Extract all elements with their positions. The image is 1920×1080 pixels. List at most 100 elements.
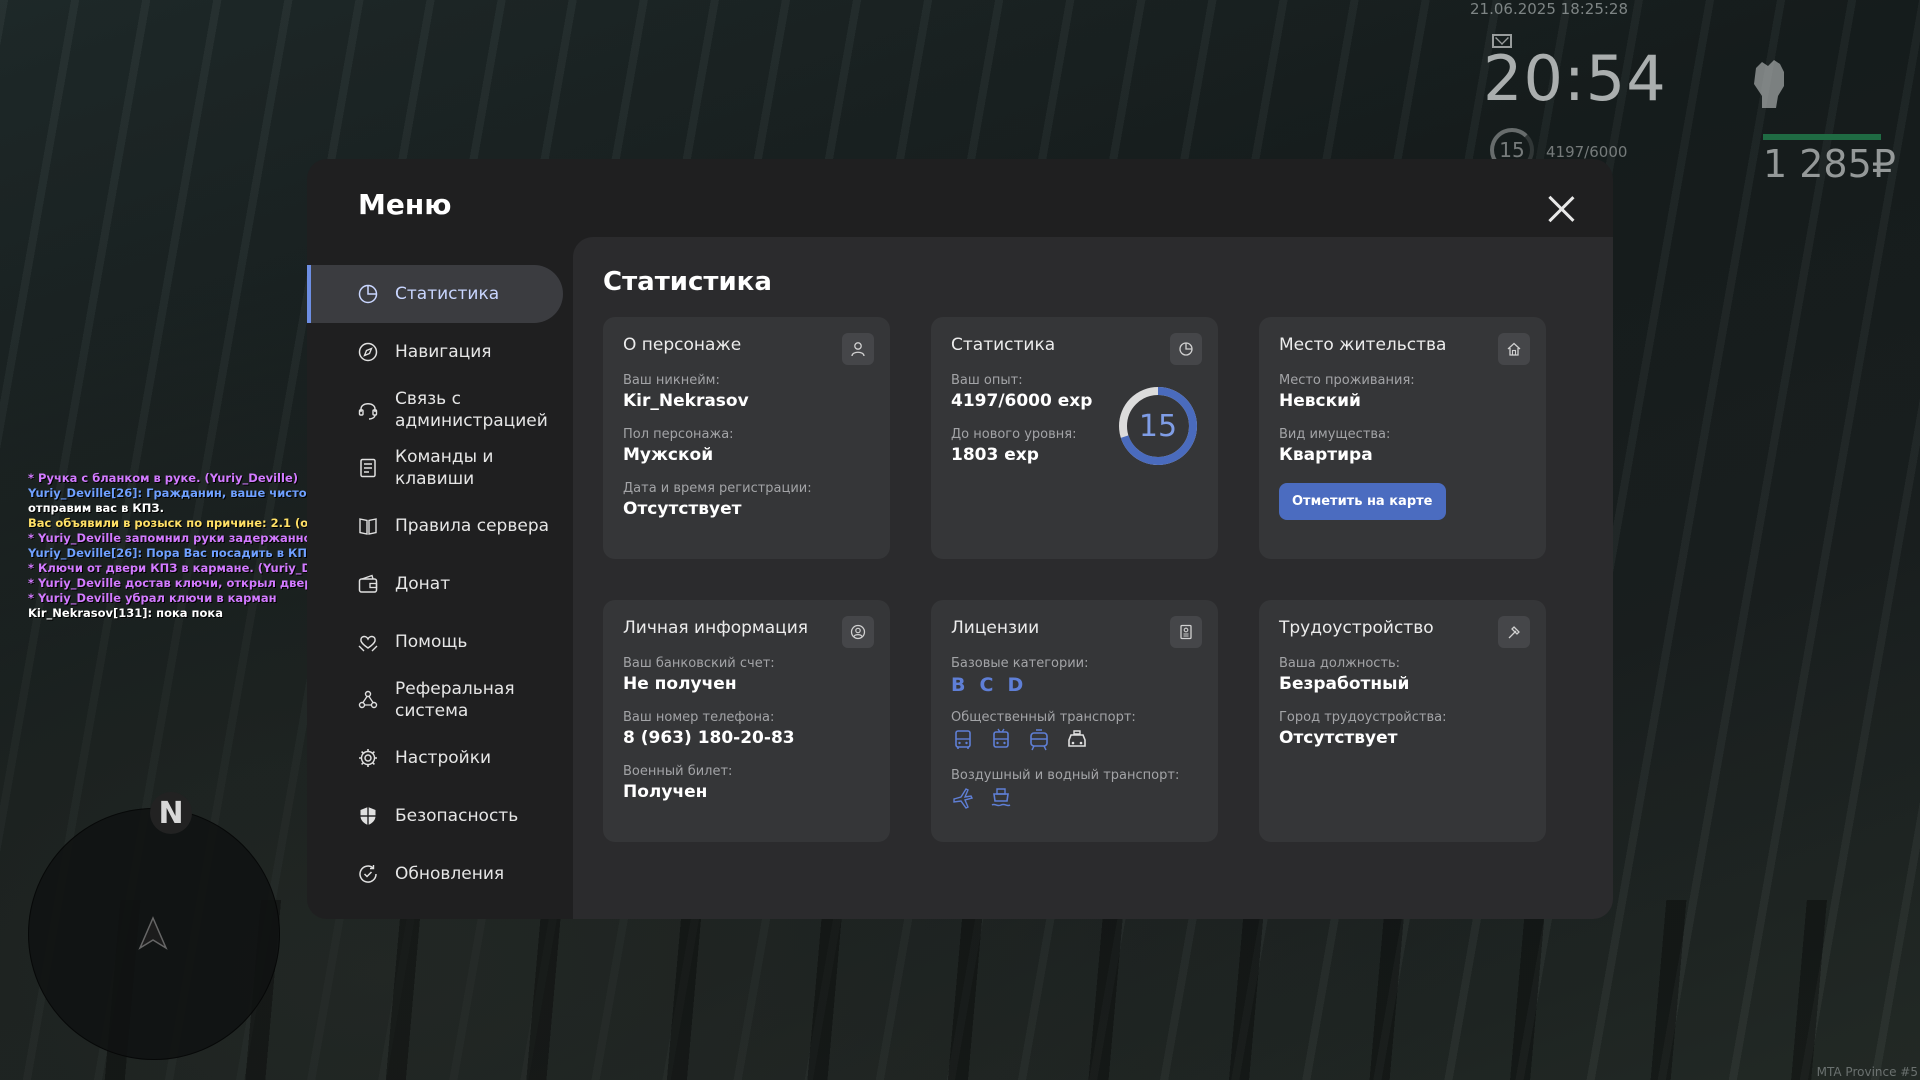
sidebar-item-7[interactable]: Помощь	[307, 613, 563, 671]
air-water-transport-label: Воздушный и водный транспорт:	[951, 768, 1180, 783]
nickname-value: Kir_Nekrasov	[623, 391, 749, 411]
property-type-value: Квартира	[1279, 445, 1373, 465]
sidebar-item-label: Связь с администрацией	[395, 389, 548, 431]
book-icon	[359, 518, 377, 535]
sidebar-item-label: Статистика	[395, 284, 500, 304]
bank-account-value: Не получен	[623, 674, 737, 694]
sidebar-item-4[interactable]: Команды и клавиши	[307, 439, 563, 497]
card-personal-info: Личная информация Ваш банковский счет: Н…	[603, 600, 890, 842]
gender-label: Пол персонажа:	[623, 427, 734, 442]
compass-icon	[358, 342, 378, 362]
position-label: Ваша должность:	[1279, 656, 1401, 671]
document-list-icon	[360, 458, 376, 478]
sidebar-item-11[interactable]: Обновления	[307, 845, 563, 903]
license-category-d: D	[1007, 674, 1024, 696]
sidebar-item-label: Безопасность	[395, 806, 519, 826]
mark-on-map-button[interactable]: Отметить на карте	[1279, 483, 1446, 520]
public-transport-label: Общественный транспорт:	[951, 710, 1136, 725]
sidebar-item-label: Навигация	[395, 342, 492, 362]
trolleybus-icon	[993, 728, 1009, 748]
residence-place-value: Невский	[1279, 391, 1361, 411]
card-title: Трудоустройство	[1279, 618, 1434, 638]
sidebar-item-3[interactable]: Связь с администрацией	[307, 381, 563, 439]
id-card-icon	[1170, 616, 1202, 648]
license-category-c: C	[979, 674, 994, 696]
menu-modal: Меню Статистика Навигация Связь с админист…	[307, 159, 1613, 919]
sidebar-item-label: Правила сервера	[395, 516, 550, 536]
boat-icon	[991, 788, 1011, 807]
air-water-transport-icons	[951, 786, 1198, 810]
fist-weapon-icon	[1754, 60, 1784, 108]
bank-account-label: Ваш банковский счет:	[623, 656, 775, 671]
employment-city-label: Город трудоустройства:	[1279, 710, 1447, 725]
taxi-icon	[1068, 730, 1086, 747]
headset-icon	[358, 403, 378, 420]
wallet-icon	[358, 574, 378, 593]
card-statistics: Статистика Ваш опыт: 4197/6000 exp До но…	[931, 317, 1218, 559]
gear-icon	[359, 749, 377, 767]
user-icon	[842, 333, 874, 365]
residence-place-label: Место проживания:	[1279, 373, 1415, 388]
hud-clock: 20:54	[1483, 42, 1667, 115]
employment-city-value: Отсутствует	[1279, 728, 1398, 748]
server-watermark: MTA Province #5	[1816, 1065, 1918, 1079]
menu-title: Меню	[358, 188, 452, 221]
sidebar-item-9[interactable]: Настройки	[307, 729, 563, 787]
sidebar-item-label: Настройки	[395, 748, 492, 768]
public-transport-icons	[951, 728, 1198, 752]
close-button[interactable]	[1547, 195, 1575, 223]
card-title: О персонаже	[623, 335, 742, 355]
military-id-label: Военный билет:	[623, 764, 733, 779]
content-title: Статистика	[603, 267, 772, 297]
level-value: 15	[1138, 408, 1178, 444]
sidebar-item-5[interactable]: Правила сервера	[307, 497, 563, 555]
bus-icon	[955, 730, 971, 749]
heart-hands-icon	[358, 635, 378, 652]
people-network-icon	[358, 690, 378, 709]
hud-money: 1 285₽	[1763, 142, 1896, 186]
card-employment: Трудоустройство Ваша должность: Безработ…	[1259, 600, 1546, 842]
card-title: Статистика	[951, 335, 1056, 355]
property-type-label: Вид имущества:	[1279, 427, 1391, 442]
hud-health-bar	[1763, 134, 1881, 140]
hud-datetime: 21.06.2025 18:25:28	[1470, 0, 1629, 18]
pie-chart-icon	[358, 284, 378, 304]
sidebar-item-label: Реферальная система	[395, 679, 515, 721]
sidebar-item-8[interactable]: Реферальная система	[307, 671, 563, 729]
sidebar-item-2[interactable]: Навигация	[307, 323, 563, 381]
pie-chart-icon	[1170, 333, 1202, 365]
plane-icon	[953, 788, 974, 809]
position-value: Безработный	[1279, 674, 1410, 694]
sidebar-item-10[interactable]: Безопасность	[307, 787, 563, 845]
player-arrow-icon	[138, 916, 168, 950]
sidebar-item-6[interactable]: Донат	[307, 555, 563, 613]
registration-value: Отсутствует	[623, 499, 742, 519]
sidebar-item-label: Команды и клавиши	[395, 447, 494, 489]
card-licenses: Лицензии Базовые категории: B C D Общест…	[931, 600, 1218, 842]
game-world-background	[0, 900, 1920, 1080]
card-residence: Место жительства Место проживания: Невск…	[1259, 317, 1546, 559]
card-character: О персонаже Ваш никнейм: Kir_Nekrasov По…	[603, 317, 890, 559]
card-title: Личная информация	[623, 618, 809, 638]
license-category-b: B	[951, 674, 966, 696]
sidebar-item-label: Донат	[395, 574, 451, 594]
license-categories: B C D	[951, 674, 1198, 696]
hammer-icon	[1498, 616, 1530, 648]
refresh-check-icon	[359, 865, 377, 883]
card-title: Лицензии	[951, 618, 1040, 638]
menu-content: Статистика О персонаже Ваш никнейм: Kir_…	[573, 237, 1613, 919]
tram-icon	[1030, 729, 1048, 751]
sidebar-item-1[interactable]: Статистика	[307, 265, 563, 323]
menu-sidebar: Статистика Навигация Связь с администрацие…	[307, 265, 563, 903]
minimap-north-marker: N	[150, 792, 192, 834]
card-title: Место жительства	[1279, 335, 1447, 355]
sidebar-item-label: Помощь	[395, 632, 468, 652]
phone-label: Ваш номер телефона:	[623, 710, 775, 725]
phone-value: 8 (963) 180-20-83	[623, 728, 795, 748]
level-ring: 15	[1117, 385, 1199, 467]
military-id-value: Получен	[623, 782, 708, 802]
base-categories-label: Базовые категории:	[951, 656, 1089, 671]
registration-label: Дата и время регистрации:	[623, 481, 812, 496]
gender-value: Мужской	[623, 445, 714, 465]
shield-icon	[360, 807, 376, 825]
